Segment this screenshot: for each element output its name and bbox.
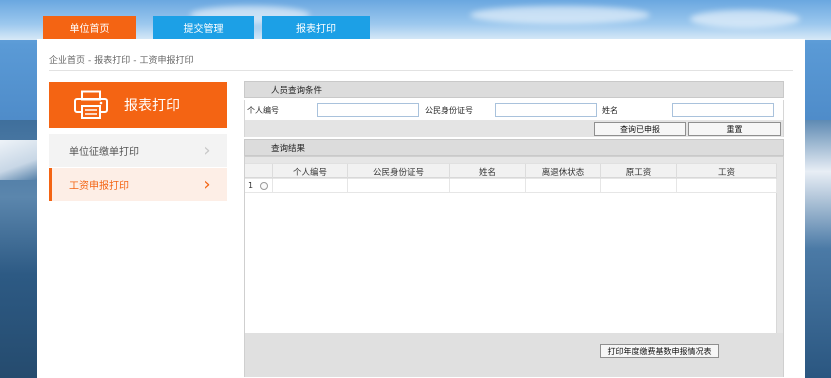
name-label: 姓名 (602, 106, 618, 115)
breadcrumb-item: 工资申报打印 (139, 56, 194, 66)
column-header[interactable]: 个人编号 (273, 164, 348, 179)
person-no-label: 个人编号 (247, 106, 279, 115)
column-header[interactable]: 工资 (677, 164, 777, 179)
table-cell (526, 179, 601, 193)
table-cell (601, 179, 677, 193)
chevron-right-icon: › (203, 140, 211, 161)
row-select-cell (245, 179, 273, 193)
id-card-label: 公民身份证号 (425, 106, 473, 115)
chevron-right-icon: › (203, 174, 211, 195)
results-grid: 个人编号 公民身份证号 姓名 离退休状态 原工资 工资 1 打印年度缴费基数申报… (244, 156, 784, 377)
person-no-input[interactable] (317, 103, 419, 117)
breadcrumb-item[interactable]: 企业首页 (49, 56, 85, 66)
sidebar-item-salary-declaration-print[interactable]: 工资申报打印 › (49, 168, 227, 201)
column-header[interactable]: 姓名 (450, 164, 526, 179)
sidebar-item-label: 工资申报打印 (69, 181, 129, 192)
breadcrumb-separator: - (133, 56, 137, 66)
id-card-input[interactable] (495, 103, 597, 117)
sidebar-item-label: 单位征缴单打印 (69, 147, 139, 158)
query-section-title: 人员查询条件 (271, 85, 323, 96)
breadcrumb: 企业首页 - 报表打印 - 工资申报打印 (49, 53, 194, 66)
query-form-row: 个人编号 公民身份证号 姓名 (244, 100, 784, 120)
tab-unit-home[interactable]: 单位首页 (43, 16, 136, 39)
grid-body: 1 (245, 179, 777, 333)
name-input[interactable] (672, 103, 774, 117)
column-header[interactable]: 离退休状态 (526, 164, 601, 179)
main-panel: 企业首页 - 报表打印 - 工资申报打印 报表打印 单位征缴单打印 › 工资申报打印 ›… (37, 39, 805, 378)
results-section-header: 查询结果 (244, 139, 784, 156)
table-cell (450, 179, 526, 193)
query-section-header: 人员查询条件 (244, 81, 784, 98)
grid-header: 个人编号 公民身份证号 姓名 离退休状态 原工资 工资 (245, 163, 777, 179)
breadcrumb-separator: - (88, 56, 92, 66)
query-button-row: 查询已申报 重置 (244, 120, 784, 137)
results-section-title: 查询结果 (271, 143, 306, 154)
breadcrumb-item[interactable]: 报表打印 (94, 56, 130, 66)
table-row[interactable]: 1 (245, 179, 777, 193)
grid-footer: 打印年度缴费基数申报情况表 (245, 333, 783, 377)
breadcrumb-divider (49, 70, 793, 71)
background-cloud (470, 6, 650, 24)
print-annual-base-report-button[interactable]: 打印年度缴费基数申报情况表 (600, 344, 719, 358)
printer-icon (73, 90, 109, 120)
column-header[interactable]: 原工资 (601, 164, 677, 179)
grid-header-spacer (245, 164, 273, 179)
table-cell (273, 179, 348, 193)
reset-button[interactable]: 重置 (688, 122, 781, 136)
table-cell (348, 179, 450, 193)
background-snow (0, 140, 38, 180)
sidebar-header: 报表打印 (49, 82, 227, 128)
top-nav-tabs: 单位首页 提交管理 报表打印 (43, 16, 387, 39)
background-mountain (801, 120, 831, 378)
table-cell (677, 179, 777, 193)
background-cloud (690, 10, 800, 28)
sidebar-item-unit-collection-print[interactable]: 单位征缴单打印 › (49, 134, 227, 167)
query-declared-button[interactable]: 查询已申报 (594, 122, 686, 136)
tab-report-print[interactable]: 报表打印 (262, 16, 370, 39)
column-header[interactable]: 公民身份证号 (348, 164, 450, 179)
sidebar-title: 报表打印 (124, 98, 180, 114)
tab-submit-management[interactable]: 提交管理 (153, 16, 254, 39)
